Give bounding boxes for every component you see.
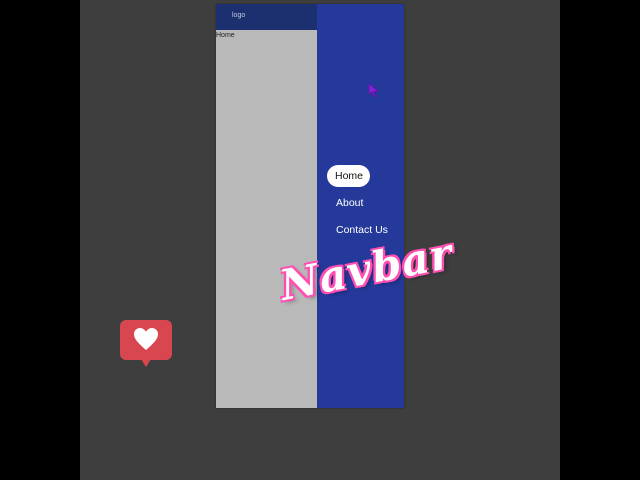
nav-menu: Home About Contact Us <box>327 165 397 246</box>
nav-item-home[interactable]: Home <box>327 165 370 187</box>
logo[interactable]: logo <box>232 12 245 19</box>
cursor-arrow-icon <box>369 83 379 97</box>
page-breadcrumb: Home <box>216 32 235 39</box>
nav-drawer: Home About Contact Us <box>317 4 404 408</box>
heart-icon <box>134 328 158 350</box>
phone-preview: logo Home Home About Contact Us <box>216 4 404 408</box>
nav-item-contact-us[interactable]: Contact Us <box>327 219 397 241</box>
video-frame: logo Home Home About Contact Us Navbar <box>80 0 560 480</box>
nav-item-about[interactable]: About <box>327 192 397 214</box>
like-badge <box>120 320 172 367</box>
